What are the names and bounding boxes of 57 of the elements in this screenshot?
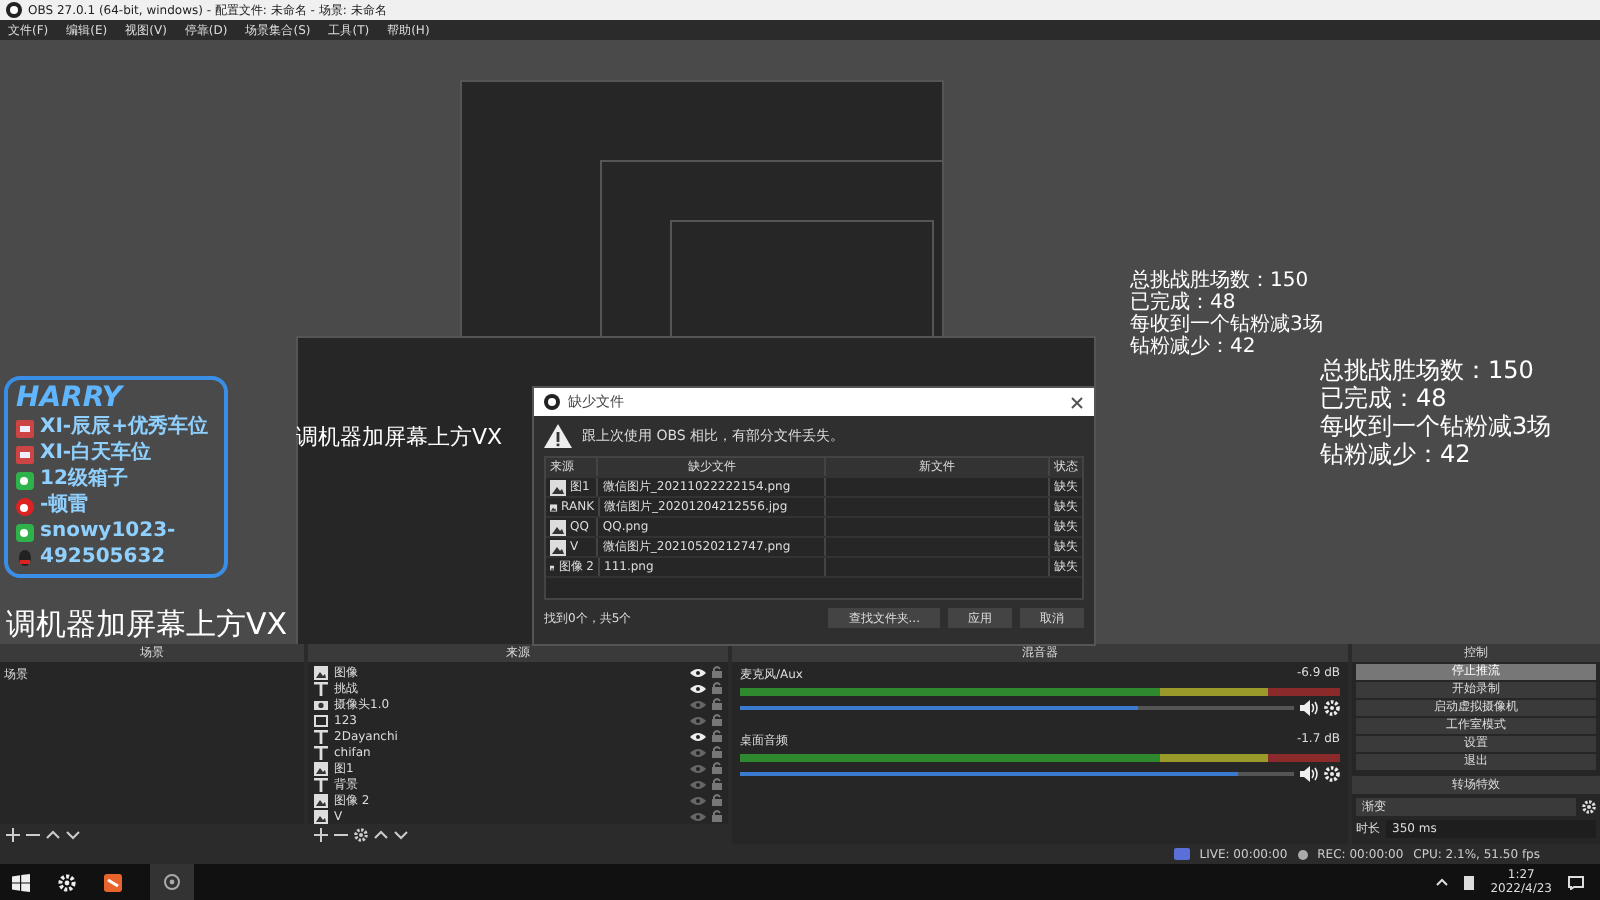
contact-text: snowy1023- [40,520,176,544]
lock-icon [712,714,722,726]
stats-text: 已完成：48 [1320,384,1449,412]
battery-icon [1464,875,1475,889]
lock-icon [712,682,722,694]
overlay-caption: 调机器加屏幕上方VX [6,606,288,644]
stats-text: 总挑战胜场数：150 [1130,270,1311,292]
warning-icon [544,424,572,448]
camera-icon [314,697,328,711]
contact-text: 12级箱子 [40,468,128,492]
chevron-up-icon [1436,878,1449,886]
contact-text: -顿雷 [40,494,89,518]
add-icon [314,827,328,841]
contact-text: XI-白天车位 [40,442,152,466]
text-icon [314,681,328,695]
stats-text: 钻粉减少：42 [1130,336,1258,358]
add-icon [6,827,20,841]
obs-logo-icon[interactable] [162,872,182,892]
text-icon [314,777,328,791]
gear-icon [1324,766,1340,782]
image-icon [314,665,328,679]
overlay-caption: 调机器加屏幕上方VX [296,422,503,452]
lock-icon [712,746,722,758]
lock-icon [712,730,722,742]
gear-icon [1582,800,1596,814]
image-icon [550,499,558,515]
gear-icon[interactable] [58,873,76,891]
lock-icon [712,778,722,790]
app-icon[interactable] [104,873,122,891]
window-icon [314,713,328,727]
logo-text: HARRY [16,384,126,414]
penguin-icon [16,549,34,567]
chat-bubble-icon [16,471,34,489]
gear-icon [1324,700,1340,716]
obs-logo-icon [544,394,560,410]
contact-text: 492505632 [40,546,166,570]
speaker-icon [1300,766,1318,782]
stats-text: 每收到一个钻粉减3场 [1130,314,1323,336]
lock-icon [712,810,722,822]
close-icon [1070,395,1084,409]
windows-start-icon[interactable] [12,873,30,891]
lock-icon [712,698,722,710]
lock-icon [712,762,722,774]
chat-bubble-icon [16,523,34,541]
stats-text: 钻粉减少：42 [1320,440,1473,468]
notification-icon [1568,875,1584,889]
speaker-icon [1300,700,1318,716]
stats-text: 已完成：48 [1130,292,1238,314]
gear-icon [354,827,368,841]
contact-text: XI-辰辰+优秀车位 [40,416,208,440]
lock-icon [712,794,722,806]
stats-text: 总挑战胜场数：150 [1320,356,1536,384]
record-icon [1297,849,1308,859]
stats-text: 每收到一个钻粉减3场 [1320,412,1552,440]
live-icon [1173,848,1190,860]
image-icon [314,761,328,775]
lock-icon [712,666,722,678]
